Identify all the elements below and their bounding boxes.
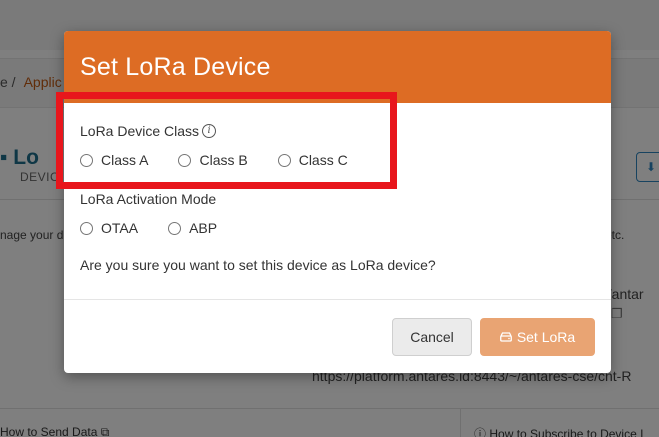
modal-footer-divider (64, 299, 611, 300)
radio-button[interactable] (168, 221, 182, 235)
drive-icon (499, 332, 512, 342)
radio-abp[interactable]: ABP (168, 220, 217, 236)
set-lora-button[interactable]: Set LoRa (480, 318, 595, 356)
cancel-button[interactable]: Cancel (392, 318, 472, 356)
activation-mode-label: LoRa Activation Mode (80, 191, 217, 207)
highlight-annotation (56, 92, 397, 189)
set-lora-modal: Set LoRa Device LoRa Device Class i Clas… (64, 31, 611, 373)
radio-otaa[interactable]: OTAA (80, 220, 138, 236)
radio-button[interactable] (80, 221, 93, 235)
activation-mode-radio-group: OTAA ABP (80, 220, 595, 236)
confirm-text: Are you sure you want to set this device… (80, 257, 436, 273)
